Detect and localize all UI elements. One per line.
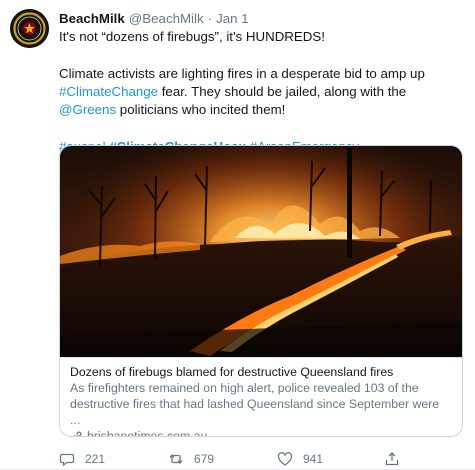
link-card[interactable]: Dozens of firebugs blamed for destructiv… <box>59 145 463 437</box>
share-icon <box>385 452 399 466</box>
retweet-icon <box>169 453 183 465</box>
reply-icon <box>59 453 75 467</box>
link-card-meta: Dozens of firebugs blamed for destructiv… <box>60 357 462 437</box>
tweet-actions: 221 679 941 <box>59 450 464 468</box>
share-button[interactable] <box>384 450 410 468</box>
mention-greens[interactable]: @Greens <box>59 102 116 117</box>
reply-count: 221 <box>85 452 106 466</box>
tweet-body: BeachMilk @BeachMilk · Jan 1 It's not “d… <box>59 10 464 156</box>
like-count: 941 <box>303 452 324 466</box>
tweet-paragraph-2: Climate activists are lighting fires in … <box>59 65 464 119</box>
retweet-count: 679 <box>194 452 215 466</box>
link-card-title[interactable]: Dozens of firebugs blamed for destructiv… <box>70 364 452 380</box>
bushfire-photo[interactable] <box>60 146 463 357</box>
tweet-text: It's not “dozens of firebugs”, it's HUND… <box>59 28 464 156</box>
like-button[interactable]: 941 <box>277 450 323 468</box>
reply-button[interactable]: 221 <box>59 450 105 468</box>
avatar[interactable] <box>10 9 49 48</box>
tweet-header: BeachMilk @BeachMilk · Jan 1 <box>59 10 464 28</box>
hashtag-climatechange[interactable]: #ClimateChange <box>59 84 158 99</box>
tweet-text-segment: Climate activists are lighting fires in … <box>59 66 425 81</box>
heart-icon <box>277 452 293 466</box>
link-card-description-line-2: destructive fires that had lashed Queens… <box>70 397 440 427</box>
avatar-emblem-icon <box>10 9 49 48</box>
link-card-domain: brisbanetimes.com.au <box>87 429 208 437</box>
tweet-line-1: It's not “dozens of firebugs”, it's HUND… <box>59 29 325 44</box>
tweet[interactable]: BeachMilk @BeachMilk · Jan 1 It's not “d… <box>0 0 475 470</box>
tweet-text-segment: politicians who incited them! <box>116 102 286 117</box>
link-card-domain-row: brisbanetimes.com.au <box>70 428 452 437</box>
display-name[interactable]: BeachMilk <box>59 10 125 28</box>
tweet-date[interactable]: Jan 1 <box>216 10 249 28</box>
link-icon <box>73 431 82 436</box>
retweet-button[interactable]: 679 <box>168 450 214 468</box>
link-card-description-line-1: As firefighters remained on high alert, … <box>70 381 419 395</box>
separator-dot: · <box>207 11 213 26</box>
user-handle[interactable]: @BeachMilk <box>129 10 204 28</box>
tweet-text-segment: fear. They should be jailed, along with … <box>158 84 407 99</box>
